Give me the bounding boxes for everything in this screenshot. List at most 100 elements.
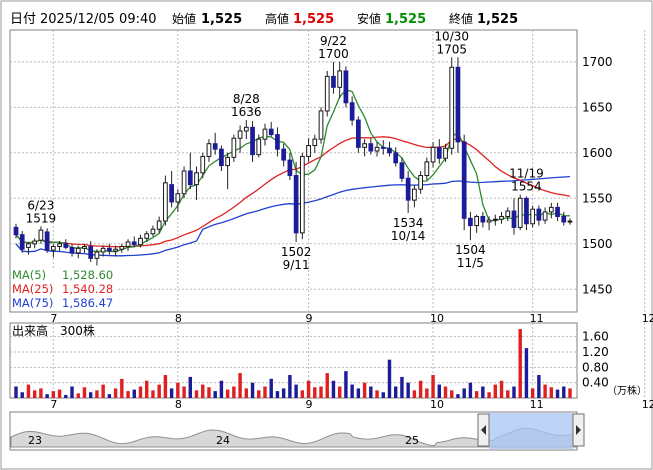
- volume-bar: [537, 375, 541, 398]
- navigator-selection[interactable]: [489, 413, 573, 449]
- volume-bar: [257, 390, 261, 398]
- volume-bar: [518, 329, 522, 398]
- candle-body: [486, 219, 492, 223]
- volume-bar: [132, 389, 136, 398]
- volume-bar: [95, 390, 99, 398]
- volume-bar: [319, 386, 323, 398]
- volume-bar: [468, 382, 473, 398]
- volume-bar: [306, 380, 311, 398]
- volume-x-tick-label: 12: [642, 398, 653, 411]
- candle-body: [256, 138, 262, 156]
- volume-tick-label: 0.40: [582, 376, 609, 390]
- volume-bar: [182, 386, 186, 398]
- annotation-date: 11/5: [457, 256, 484, 270]
- candle-body: [499, 215, 504, 220]
- candle-body: [200, 155, 206, 174]
- candle-body: [187, 170, 193, 186]
- candle-body: [524, 197, 529, 225]
- volume-bar: [555, 389, 560, 398]
- candle-body: [424, 161, 430, 177]
- volume-bar: [506, 390, 510, 398]
- candle-body: [461, 141, 467, 219]
- volume-bar: [481, 386, 485, 398]
- annotation-value: 1700: [318, 47, 349, 61]
- volume-bar: [474, 391, 479, 398]
- volume-bar: [562, 386, 566, 398]
- volume-bar: [238, 373, 242, 398]
- candle-body: [131, 241, 137, 246]
- volume-bar: [493, 384, 498, 398]
- candle-body: [293, 175, 299, 234]
- volume-bar: [325, 373, 329, 398]
- open-value: 1,525: [201, 12, 242, 27]
- annotation-value: 1554: [511, 180, 542, 194]
- ma25-legend-label: MA(25): [12, 282, 53, 296]
- volume-bar: [269, 378, 273, 398]
- volume-bar: [244, 388, 249, 398]
- volume-bar: [344, 371, 348, 398]
- candle-body: [13, 226, 19, 236]
- volume-bar: [300, 390, 305, 398]
- volume-bar: [39, 388, 43, 398]
- candle-body: [312, 138, 318, 147]
- navigator-label-23: 23: [28, 434, 42, 447]
- volume-bar: [456, 394, 460, 398]
- volume-bar: [26, 384, 31, 398]
- annotation-value: 1504: [455, 243, 486, 257]
- candle-body: [430, 146, 436, 163]
- candle-body: [331, 75, 336, 88]
- candle-body: [362, 143, 367, 148]
- volume-x-tick-label: 7: [50, 398, 57, 411]
- volume-bar: [381, 392, 385, 398]
- candle-body: [268, 128, 274, 136]
- volume-bar: [418, 380, 423, 398]
- candle-body: [194, 172, 199, 186]
- annotation-date: 8/28: [233, 92, 260, 106]
- volume-x-tick-label: 9: [306, 398, 313, 411]
- candle-body: [337, 70, 343, 88]
- high-value: 1,525: [293, 12, 334, 27]
- low-value: 1,525: [385, 12, 426, 27]
- candle-body: [567, 220, 573, 223]
- volume-panel: [9, 322, 578, 399]
- volume-bar: [425, 388, 429, 398]
- candle-body: [100, 247, 106, 253]
- candle-body: [262, 128, 268, 140]
- candle-body: [19, 234, 25, 250]
- candle-body: [480, 215, 486, 223]
- candle-body: [206, 143, 212, 157]
- volume-x-tick-label: 8: [175, 398, 182, 411]
- volume-bar: [543, 384, 547, 398]
- volume-bar: [393, 386, 398, 398]
- volume-y-axis: 0.40 0.801.201.60: [582, 330, 609, 390]
- candle-body: [225, 156, 231, 167]
- navigator-label-24: 24: [216, 434, 230, 447]
- ma5-legend-value: 1,528.60: [62, 268, 113, 282]
- volume-bar: [188, 376, 193, 398]
- volume-bar: [232, 386, 236, 398]
- candle-body: [287, 159, 293, 177]
- ma5-legend-label: MA(5): [12, 268, 46, 282]
- volume-bar: [549, 387, 554, 398]
- annotation-value: 1502: [281, 245, 312, 259]
- price-tick-label: 1550: [582, 191, 613, 205]
- volume-bar: [169, 388, 174, 398]
- volume-bar: [194, 390, 199, 398]
- candle-body: [44, 231, 50, 251]
- candle-body: [555, 206, 560, 217]
- candle-body: [412, 188, 417, 201]
- candle-body: [175, 193, 181, 203]
- annotation-date: 6/23: [27, 198, 54, 212]
- volume-bar: [375, 390, 379, 398]
- price-tick-label: 1650: [582, 100, 613, 114]
- volume-bar: [524, 348, 529, 398]
- candle-body: [349, 102, 355, 121]
- volume-bar: [145, 380, 149, 398]
- candle-body: [150, 228, 156, 235]
- volume-bar: [120, 378, 124, 398]
- candle-body: [343, 70, 349, 104]
- volume-bar: [350, 384, 354, 398]
- volume-bar: [288, 375, 292, 398]
- candle-body: [125, 241, 131, 248]
- volume-bar: [57, 389, 62, 398]
